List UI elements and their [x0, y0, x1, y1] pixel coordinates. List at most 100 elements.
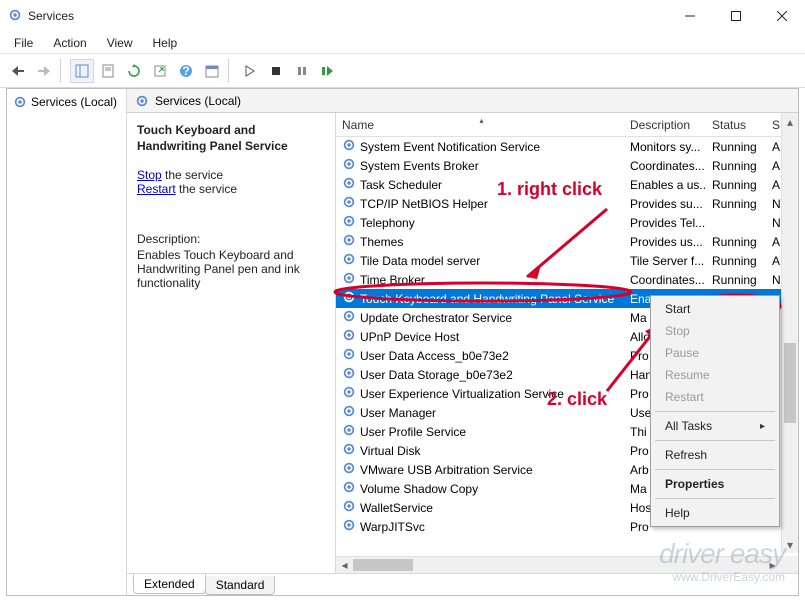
service-name: Time Broker [360, 273, 425, 287]
window-title: Services [28, 9, 667, 23]
toolbar: ? [0, 54, 805, 88]
ctx-start[interactable]: Start [651, 298, 779, 320]
service-restart-button[interactable] [316, 59, 340, 83]
gear-icon [342, 176, 356, 193]
menu-help[interactable]: Help [145, 34, 186, 52]
service-row[interactable]: System Event Notification ServiceMonitor… [336, 137, 798, 156]
scroll-down-icon[interactable]: ▾ [782, 536, 798, 553]
ctx-separator [655, 440, 775, 441]
service-name: Update Orchestrator Service [360, 311, 512, 325]
stop-service-link[interactable]: Stop [137, 168, 162, 182]
column-description[interactable]: Description [624, 118, 706, 132]
service-name: UPnP Device Host [360, 330, 459, 344]
nav-back-button[interactable] [6, 59, 30, 83]
service-name: User Data Access_b0e73e2 [360, 349, 509, 363]
service-name: Themes [360, 235, 403, 249]
tree-root-services-local[interactable]: Services (Local) [11, 93, 122, 111]
service-name: TCP/IP NetBIOS Helper [360, 197, 488, 211]
menu-view[interactable]: View [99, 34, 141, 52]
hscroll-thumb[interactable] [353, 559, 413, 571]
toolbar-export-button[interactable] [148, 59, 172, 83]
toolbar-refresh-button[interactable] [122, 59, 146, 83]
service-status: Running [706, 273, 766, 287]
service-name: User Profile Service [360, 425, 466, 439]
service-start-button[interactable] [238, 59, 262, 83]
content-area: Services (Local) Services (Local) Touch … [6, 88, 799, 596]
scroll-left-icon[interactable]: ◂ [336, 557, 353, 573]
service-row[interactable]: System Events Broker Coordinates...Runnin… [336, 156, 798, 175]
ctx-all-tasks[interactable]: All Tasks▸ [651, 415, 779, 437]
ctx-refresh[interactable]: Refresh [651, 444, 779, 466]
scroll-right-icon[interactable]: ▸ [764, 557, 781, 573]
detail-service-name: Touch Keyboard and Handwriting Panel Ser… [137, 123, 325, 154]
detail-description-label: Description: [137, 232, 325, 246]
service-row[interactable]: Time BrokerCoordinates...RunningN [336, 270, 798, 289]
service-description: Tile Server f... [624, 254, 706, 268]
horizontal-scrollbar[interactable]: ◂ ▸ [336, 556, 781, 573]
view-tabs: Extended Standard [127, 573, 798, 595]
toolbar-properties-button[interactable] [96, 59, 120, 83]
minimize-button[interactable] [667, 0, 713, 32]
gear-icon [342, 385, 356, 402]
svg-text:?: ? [182, 64, 189, 78]
service-row[interactable]: Task SchedulerEnables a us...RunningA [336, 175, 798, 194]
gear-icon [342, 347, 356, 364]
column-name[interactable]: Name▴ [336, 118, 624, 132]
gear-icon [342, 461, 356, 478]
service-row[interactable]: TCP/IP NetBIOS HelperProvides su...Runni… [336, 194, 798, 213]
service-status: Running [706, 140, 766, 154]
gear-icon [342, 252, 356, 269]
tab-extended[interactable]: Extended [133, 574, 206, 594]
service-name: System Events Broker [360, 159, 479, 173]
gear-icon [342, 480, 356, 497]
tab-standard[interactable]: Standard [205, 576, 276, 595]
service-row[interactable]: Tile Data model serverTile Server f...Ru… [336, 251, 798, 270]
tree-pane: Services (Local) [7, 89, 127, 595]
service-status: Running [706, 235, 766, 249]
service-name: Task Scheduler [360, 178, 442, 192]
ctx-separator [655, 498, 775, 499]
gear-icon [342, 499, 356, 516]
service-name: WarpJITSvc [360, 520, 425, 534]
service-row[interactable]: ThemesProvides us...RunningA [336, 232, 798, 251]
column-headers: Name▴ Description Status S [336, 113, 798, 137]
toolbar-calendar-button[interactable] [200, 59, 224, 83]
maximize-button[interactable] [713, 0, 759, 32]
service-description: Coordinates... [624, 159, 706, 173]
service-name: User Manager [360, 406, 436, 420]
nav-forward-button[interactable] [32, 59, 56, 83]
service-status: Running [706, 197, 766, 211]
toolbar-show-hide-button[interactable] [70, 59, 94, 83]
gear-icon [342, 271, 356, 288]
service-name: User Data Storage_b0e73e2 [360, 368, 513, 382]
service-stop-button[interactable] [264, 59, 288, 83]
vertical-scrollbar[interactable]: ▴ ▾ [781, 113, 798, 553]
tree-root-label: Services (Local) [31, 95, 117, 109]
column-status[interactable]: Status [706, 118, 766, 132]
service-status: Running [706, 159, 766, 173]
scroll-up-icon[interactable]: ▴ [782, 113, 798, 130]
service-status: Running [706, 178, 766, 192]
menu-file[interactable]: File [6, 34, 41, 52]
service-detail-pane: Touch Keyboard and Handwriting Panel Ser… [127, 113, 335, 573]
gear-icon [342, 138, 356, 155]
scroll-thumb[interactable] [784, 343, 796, 423]
gear-icon [135, 94, 149, 108]
ctx-separator [655, 469, 775, 470]
service-row[interactable]: TelephonyProvides Tel...N [336, 213, 798, 232]
toolbar-help-button[interactable]: ? [174, 59, 198, 83]
gear-icon [13, 95, 27, 109]
right-pane: Services (Local) Touch Keyboard and Hand… [127, 89, 798, 595]
service-pause-button[interactable] [290, 59, 314, 83]
ctx-help[interactable]: Help [651, 502, 779, 524]
service-name: Virtual Disk [360, 444, 420, 458]
service-name: Volume Shadow Copy [360, 482, 478, 496]
restart-service-link[interactable]: Restart [137, 182, 176, 196]
gear-icon [342, 195, 356, 212]
menu-bar: File Action View Help [0, 32, 805, 54]
close-button[interactable] [759, 0, 805, 32]
menu-action[interactable]: Action [45, 34, 94, 52]
gear-icon [342, 404, 356, 421]
ctx-properties[interactable]: Properties [651, 473, 779, 495]
ctx-resume: Resume [651, 364, 779, 386]
